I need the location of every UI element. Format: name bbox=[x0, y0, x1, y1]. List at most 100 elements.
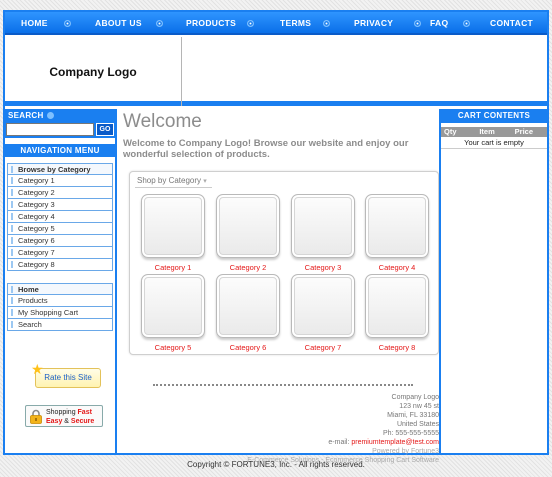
category-image bbox=[365, 194, 429, 258]
caret-down-icon: ▾ bbox=[203, 178, 207, 185]
sidebar-link-home[interactable]: Home bbox=[7, 283, 113, 295]
sidebar-category-5[interactable]: Category 5 bbox=[7, 223, 113, 235]
footer-company: Company Logo bbox=[391, 394, 439, 401]
lock-icon bbox=[30, 409, 42, 424]
sidebar-category-7[interactable]: Category 7 bbox=[7, 247, 113, 259]
category-tile-4[interactable]: Category 4 bbox=[364, 194, 430, 272]
nav-bullet-icon bbox=[156, 20, 163, 27]
category-label: Category 6 bbox=[229, 343, 267, 352]
search-title: SEARCH bbox=[5, 109, 115, 122]
nav-products[interactable]: PRODUCTS bbox=[186, 18, 236, 28]
shop-by-category-tab[interactable]: Shop by Category ▾ bbox=[135, 176, 212, 188]
header: Company Logo bbox=[5, 37, 547, 106]
welcome-intro: Welcome to Company Logo! Browse our webs… bbox=[123, 138, 409, 160]
secure-text-easy: Easy bbox=[46, 418, 63, 425]
search-input[interactable] bbox=[6, 123, 94, 136]
footer-email-label: e-mail: bbox=[328, 439, 352, 446]
secure-text-fast: Fast bbox=[77, 409, 92, 416]
nav-privacy[interactable]: PRIVACY bbox=[354, 18, 393, 28]
page-title: Welcome bbox=[123, 111, 202, 132]
nav-bullet-icon bbox=[414, 20, 421, 27]
nav-bullet-icon bbox=[463, 20, 470, 27]
footer-divider bbox=[153, 384, 413, 386]
sidebar-category-1[interactable]: Category 1 bbox=[7, 175, 113, 187]
footer-email-link[interactable]: premiumtemplate@test.com bbox=[351, 439, 439, 446]
category-image bbox=[291, 274, 355, 338]
category-label: Category 5 bbox=[154, 343, 192, 352]
logo-text: Company Logo bbox=[49, 64, 137, 79]
sidebar-link-search[interactable]: Search bbox=[7, 319, 113, 331]
nav-about-us[interactable]: ABOUT US bbox=[95, 18, 142, 28]
category-label: Category 1 bbox=[154, 263, 192, 272]
footer-phone: Ph: 555-555-5555 bbox=[382, 430, 439, 437]
top-navigation: HOME ABOUT US PRODUCTS TERMS PRIVACY FAQ… bbox=[5, 12, 547, 35]
category-image bbox=[141, 194, 205, 258]
secure-text-shopping: Shopping bbox=[46, 409, 78, 416]
category-tile-1[interactable]: Category 1 bbox=[140, 194, 206, 272]
category-tile-2[interactable]: Category 2 bbox=[215, 194, 281, 272]
secure-text-secure: Secure bbox=[70, 418, 95, 425]
nav-contact[interactable]: CONTACT bbox=[490, 18, 533, 28]
secure-shopping-badge[interactable]: Shopping Fast Easy & Secure bbox=[25, 405, 103, 427]
cart-sidebar: CART CONTENTS Qty Item Price Your cart i… bbox=[439, 109, 547, 455]
category-label: Category 8 bbox=[378, 343, 416, 352]
star-icon: ★ bbox=[31, 361, 44, 377]
category-tile-6[interactable]: Category 6 bbox=[215, 274, 281, 352]
category-image bbox=[291, 194, 355, 258]
category-tile-3[interactable]: Category 3 bbox=[290, 194, 356, 272]
footer-country: United States bbox=[396, 421, 439, 428]
secure-badge-text: Shopping Fast Easy & Secure bbox=[46, 408, 94, 426]
rate-this-site-button[interactable]: Rate this Site bbox=[35, 368, 101, 388]
nav-bullet-icon bbox=[64, 20, 71, 27]
sidebar-category-8[interactable]: Category 8 bbox=[7, 259, 113, 271]
site-links: Home Products My Shopping Cart Search bbox=[7, 283, 113, 331]
logo[interactable]: Company Logo bbox=[5, 37, 182, 106]
nav-home[interactable]: HOME bbox=[21, 18, 48, 28]
shop-by-category-panel: Shop by Category ▾ Category 1 Category 2… bbox=[129, 171, 439, 355]
cart-col-price: Price bbox=[514, 127, 534, 136]
nav-bullet-icon bbox=[247, 20, 254, 27]
category-image bbox=[141, 274, 205, 338]
cart-contents-title: CART CONTENTS bbox=[441, 109, 547, 123]
browse-by-category-heading: Browse by Category bbox=[7, 163, 113, 175]
main-content: Welcome Welcome to Company Logo! Browse … bbox=[119, 109, 439, 464]
category-image bbox=[216, 194, 280, 258]
company-address-block: Company Logo 123 nw 45 st Miami, FL 3318… bbox=[229, 393, 439, 465]
category-label: Category 7 bbox=[304, 343, 342, 352]
page-frame: HOME ABOUT US PRODUCTS TERMS PRIVACY FAQ… bbox=[3, 10, 549, 464]
nav-terms[interactable]: TERMS bbox=[280, 18, 311, 28]
sidebar-category-6[interactable]: Category 6 bbox=[7, 235, 113, 247]
sidebar-link-shopping-cart[interactable]: My Shopping Cart bbox=[7, 307, 113, 319]
category-label: Category 3 bbox=[304, 263, 342, 272]
footer-street: 123 nw 45 st bbox=[399, 403, 439, 410]
secure-text-amp: & bbox=[62, 418, 71, 425]
footer-email-line: e-mail: premiumtemplate@test.com bbox=[229, 438, 439, 447]
shop-tab-label: Shop by Category bbox=[137, 176, 202, 185]
footer-city: Miami, FL 33180 bbox=[387, 412, 439, 419]
cart-table-header: Qty Item Price bbox=[441, 127, 547, 137]
category-tile-7[interactable]: Category 7 bbox=[290, 274, 356, 352]
search-go-button[interactable]: GO bbox=[96, 123, 114, 136]
copyright: Copyright © FORTUNE3, Inc. - All rights … bbox=[187, 460, 365, 469]
category-list: Browse by Category Category 1 Category 2… bbox=[7, 163, 113, 271]
nav-bullet-icon bbox=[323, 20, 330, 27]
left-sidebar: SEARCH GO NAVIGATION MENU Browse by Cate… bbox=[5, 109, 117, 455]
category-image bbox=[365, 274, 429, 338]
category-tile-5[interactable]: Category 5 bbox=[140, 274, 206, 352]
search-info-icon[interactable] bbox=[46, 112, 54, 119]
sidebar-category-4[interactable]: Category 4 bbox=[7, 211, 113, 223]
sidebar-category-2[interactable]: Category 2 bbox=[7, 187, 113, 199]
search-title-text: SEARCH bbox=[8, 111, 44, 120]
nav-faq[interactable]: FAQ bbox=[430, 18, 448, 28]
category-image bbox=[216, 274, 280, 338]
category-label: Category 2 bbox=[229, 263, 267, 272]
sidebar-category-3[interactable]: Category 3 bbox=[7, 199, 113, 211]
navigation-menu-title: NAVIGATION MENU bbox=[5, 144, 115, 157]
category-tile-8[interactable]: Category 8 bbox=[364, 274, 430, 352]
search-form: GO bbox=[5, 122, 115, 138]
category-label: Category 4 bbox=[378, 263, 416, 272]
cart-empty-message: Your cart is empty bbox=[441, 137, 547, 149]
cart-col-item: Item bbox=[479, 127, 495, 136]
footer-powered-by[interactable]: Powered by Fortune3 bbox=[229, 447, 439, 456]
sidebar-link-products[interactable]: Products bbox=[7, 295, 113, 307]
